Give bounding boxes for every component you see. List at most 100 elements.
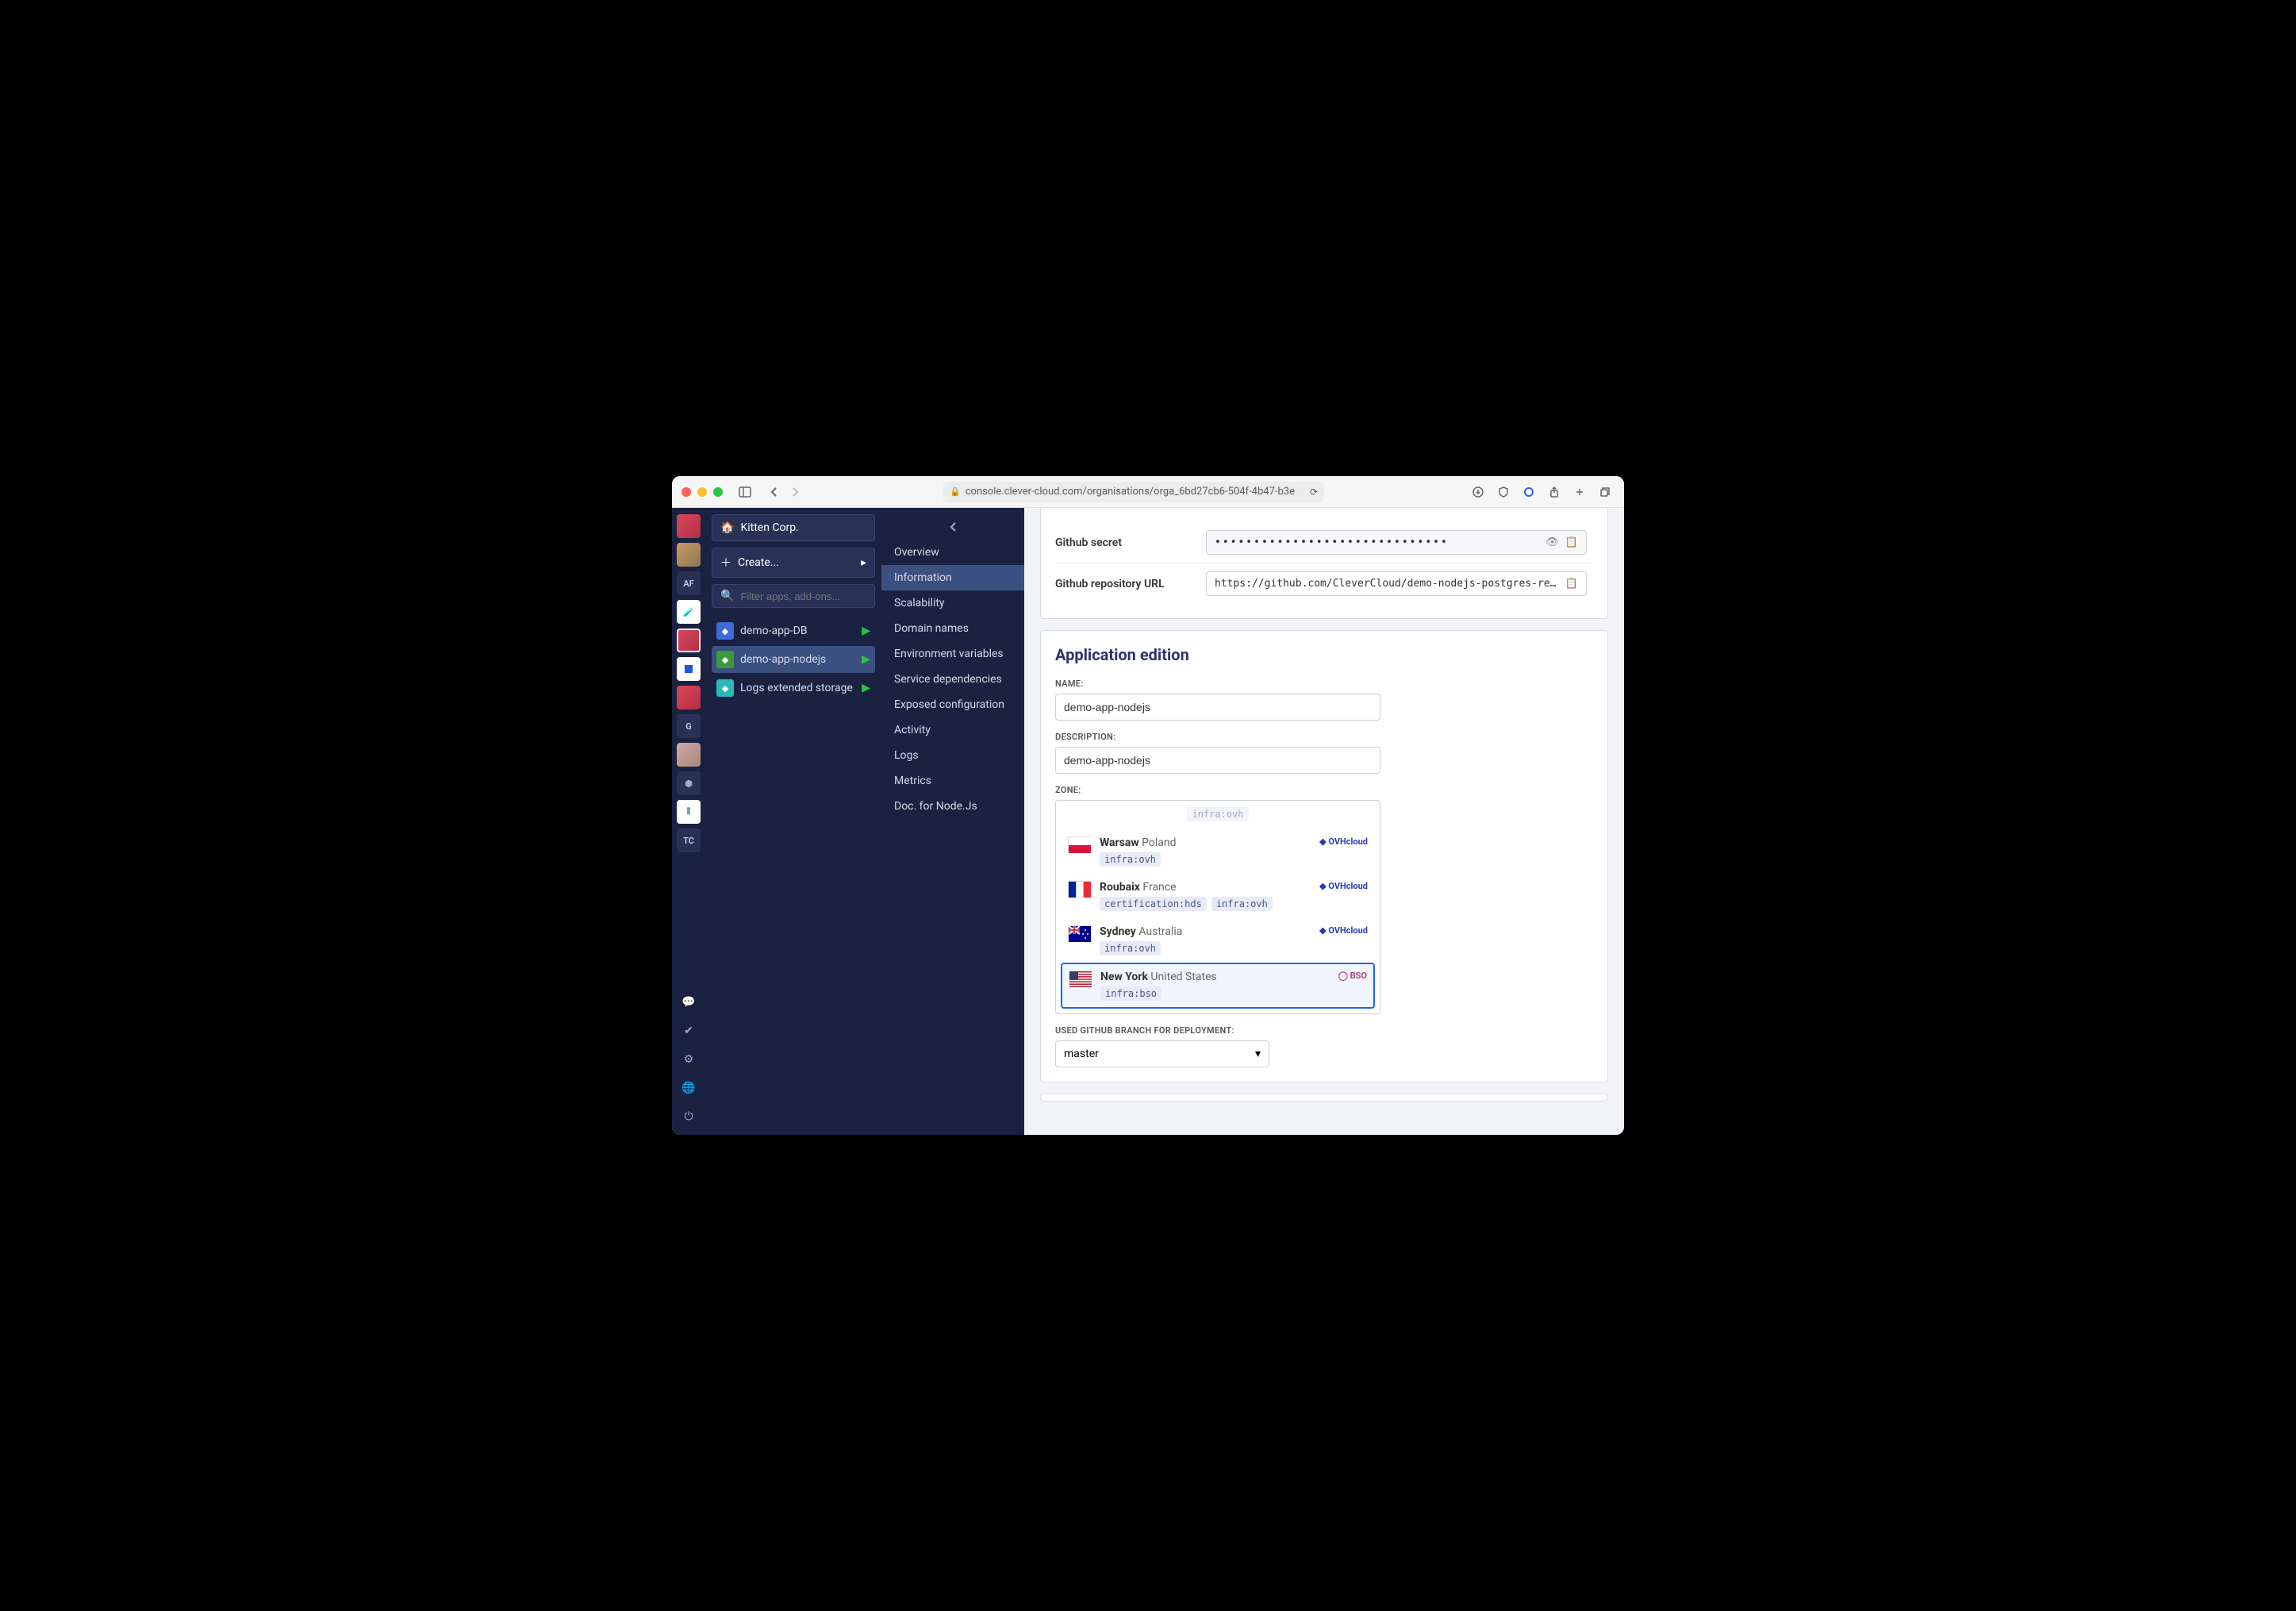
menu-item-scalability[interactable]: Scalability xyxy=(881,590,1024,616)
rail-settings-icon[interactable]: ⚙ xyxy=(677,1048,701,1071)
org-name: Kitten Corp. xyxy=(740,521,798,534)
copy-icon[interactable]: 📋 xyxy=(1565,578,1578,590)
rail-check-icon[interactable]: ✔ xyxy=(677,1019,701,1043)
menu-item-exposed-configuration[interactable]: Exposed configuration xyxy=(881,692,1024,717)
rail-org-2[interactable]: AF xyxy=(677,571,701,595)
minimize-window-button[interactable] xyxy=(697,487,707,497)
eye-icon[interactable]: 👁 xyxy=(1545,536,1559,548)
menu-item-activity[interactable]: Activity xyxy=(881,717,1024,743)
org-selector[interactable]: 🏠 Kitten Corp. xyxy=(712,514,875,541)
chevron-down-icon: ▾ xyxy=(1255,1048,1261,1060)
rail-org-6[interactable] xyxy=(677,686,701,709)
rail-org-1[interactable] xyxy=(677,543,701,567)
zone-tag: infra:ovh xyxy=(1100,852,1161,867)
menu-collapse-button[interactable] xyxy=(881,514,1024,540)
zone-item-sydney[interactable]: Sydney Australia infra:ovh ◆ OVHcloud xyxy=(1061,918,1375,963)
rail-org-5[interactable] xyxy=(677,657,701,681)
share-icon[interactable] xyxy=(1545,483,1564,502)
logs-icon: ◆ xyxy=(716,679,734,697)
app-search[interactable]: 🔍 xyxy=(712,584,875,608)
close-window-button[interactable] xyxy=(682,487,691,497)
rail-org-0[interactable] xyxy=(677,514,701,538)
zone-label: Zone: xyxy=(1055,785,1593,795)
edition-card: Application edition Name: Description: Z… xyxy=(1040,630,1608,1082)
create-label: Create... xyxy=(738,556,779,569)
app-item-node[interactable]: ◆ demo-app-nodejs ▶ xyxy=(712,646,875,673)
chevron-right-icon: ▸ xyxy=(861,556,866,569)
rail-power-icon[interactable]: ⏻ xyxy=(677,1105,701,1128)
zone-provider: ◯ BSO xyxy=(1338,971,1367,981)
browser-window: 🔒 console.clever-cloud.com/organisations… xyxy=(672,476,1624,1135)
rail-org-10[interactable]: ⦀ xyxy=(677,800,701,824)
rail-org-11[interactable]: TC xyxy=(677,829,701,852)
github-secret-field: •••••••••••••••••••••••••••••• 👁 📋 xyxy=(1206,530,1587,555)
zone-provider: ◆ OVHcloud xyxy=(1319,925,1368,936)
zone-scroll-hint: infra:ovh xyxy=(1061,806,1375,826)
menu-item-logs[interactable]: Logs xyxy=(881,743,1024,768)
rail-org-4-active[interactable] xyxy=(677,629,701,652)
forward-button[interactable] xyxy=(786,483,805,502)
zone-tag: infra:ovh xyxy=(1100,941,1161,955)
flag-icon-fr xyxy=(1068,881,1090,897)
rail-chat-icon[interactable]: 💬 xyxy=(677,990,701,1014)
github-card: Github secret ••••••••••••••••••••••••••… xyxy=(1040,508,1608,619)
menu-item-environment-variables[interactable]: Environment variables xyxy=(881,641,1024,667)
extension-icon[interactable] xyxy=(1519,483,1538,502)
branch-label: Used Github branch for deployment: xyxy=(1055,1025,1593,1036)
app-item-db[interactable]: ◆ demo-app-DB ▶ xyxy=(712,617,875,644)
rail-org-8[interactable] xyxy=(677,743,701,767)
github-secret-label: Github secret xyxy=(1055,536,1206,549)
org-column: 🏠 Kitten Corp. ＋ Create... ▸ 🔍 ◆ demo-ap… xyxy=(705,508,881,1135)
menu-item-domain-names[interactable]: Domain names xyxy=(881,616,1024,641)
menu-item-information[interactable]: Information xyxy=(881,565,1024,590)
branch-value: master xyxy=(1064,1048,1099,1060)
github-url-value: https://github.com/CleverCloud/demo-node… xyxy=(1215,578,1559,590)
rail-globe-icon[interactable]: 🌐 xyxy=(677,1076,701,1100)
zone-item-roubaix[interactable]: Roubaix France certification:hdsinfra:ov… xyxy=(1061,874,1375,918)
zone-selector: infra:ovh Warsaw Poland infra:ovh ◆ OVHc… xyxy=(1055,800,1380,1014)
app-list: ◆ demo-app-DB ▶◆ demo-app-nodejs ▶◆ Logs… xyxy=(712,617,875,702)
name-input[interactable] xyxy=(1055,694,1380,721)
description-input[interactable] xyxy=(1055,747,1380,774)
copy-icon[interactable]: 📋 xyxy=(1565,536,1578,548)
create-button[interactable]: ＋ Create... ▸ xyxy=(712,548,875,578)
new-tab-icon[interactable] xyxy=(1570,483,1589,502)
menu-item-doc-for-node-js[interactable]: Doc. for Node.Js xyxy=(881,794,1024,819)
app-item-logs[interactable]: ◆ Logs extended storage ▶ xyxy=(712,675,875,702)
play-icon[interactable]: ▶ xyxy=(862,653,870,666)
play-icon[interactable]: ▶ xyxy=(862,625,870,637)
rail-org-7[interactable]: G xyxy=(677,714,701,738)
zone-tag: infra:ovh xyxy=(1211,897,1273,911)
play-icon[interactable]: ▶ xyxy=(862,682,870,694)
node-icon: ◆ xyxy=(716,651,734,668)
url-bar[interactable]: 🔒 console.clever-cloud.com/organisations… xyxy=(943,482,1324,502)
zone-item-new-york[interactable]: New York United States infra:bso ◯ BSO xyxy=(1061,963,1375,1009)
url-text: console.clever-cloud.com/organisations/o… xyxy=(966,486,1305,498)
flag-icon-us xyxy=(1069,971,1091,986)
shield-icon[interactable] xyxy=(1494,483,1513,502)
lock-icon: 🔒 xyxy=(950,486,961,497)
menu-item-overview[interactable]: Overview xyxy=(881,540,1024,565)
zone-tag: infra:bso xyxy=(1100,986,1161,1001)
reader-icon[interactable]: ⟳ xyxy=(1310,486,1318,498)
zone-item-warsaw[interactable]: Warsaw Poland infra:ovh ◆ OVHcloud xyxy=(1061,829,1375,874)
maximize-window-button[interactable] xyxy=(713,487,723,497)
rail-org-3[interactable]: 🧪 xyxy=(677,600,701,624)
zone-provider: ◆ OVHcloud xyxy=(1319,836,1368,847)
tabs-icon[interactable] xyxy=(1595,483,1614,502)
github-url-label: Github repository URL xyxy=(1055,578,1206,590)
github-secret-value: •••••••••••••••••••••••••••••• xyxy=(1215,536,1539,548)
menu-item-metrics[interactable]: Metrics xyxy=(881,768,1024,794)
search-icon: 🔍 xyxy=(720,590,734,602)
rail-org-9[interactable]: ⬢ xyxy=(677,771,701,795)
sidebar-toggle-icon[interactable] xyxy=(735,483,754,502)
name-label: Name: xyxy=(1055,679,1593,689)
zone-title: Sydney Australia xyxy=(1100,925,1310,938)
zone-provider: ◆ OVHcloud xyxy=(1319,881,1368,891)
menu-item-service-dependencies[interactable]: Service dependencies xyxy=(881,667,1024,692)
zone-title: Roubaix France xyxy=(1100,881,1310,894)
branch-select[interactable]: master ▾ xyxy=(1055,1040,1269,1067)
download-icon[interactable] xyxy=(1469,483,1488,502)
search-input[interactable] xyxy=(740,590,880,602)
back-button[interactable] xyxy=(764,483,783,502)
